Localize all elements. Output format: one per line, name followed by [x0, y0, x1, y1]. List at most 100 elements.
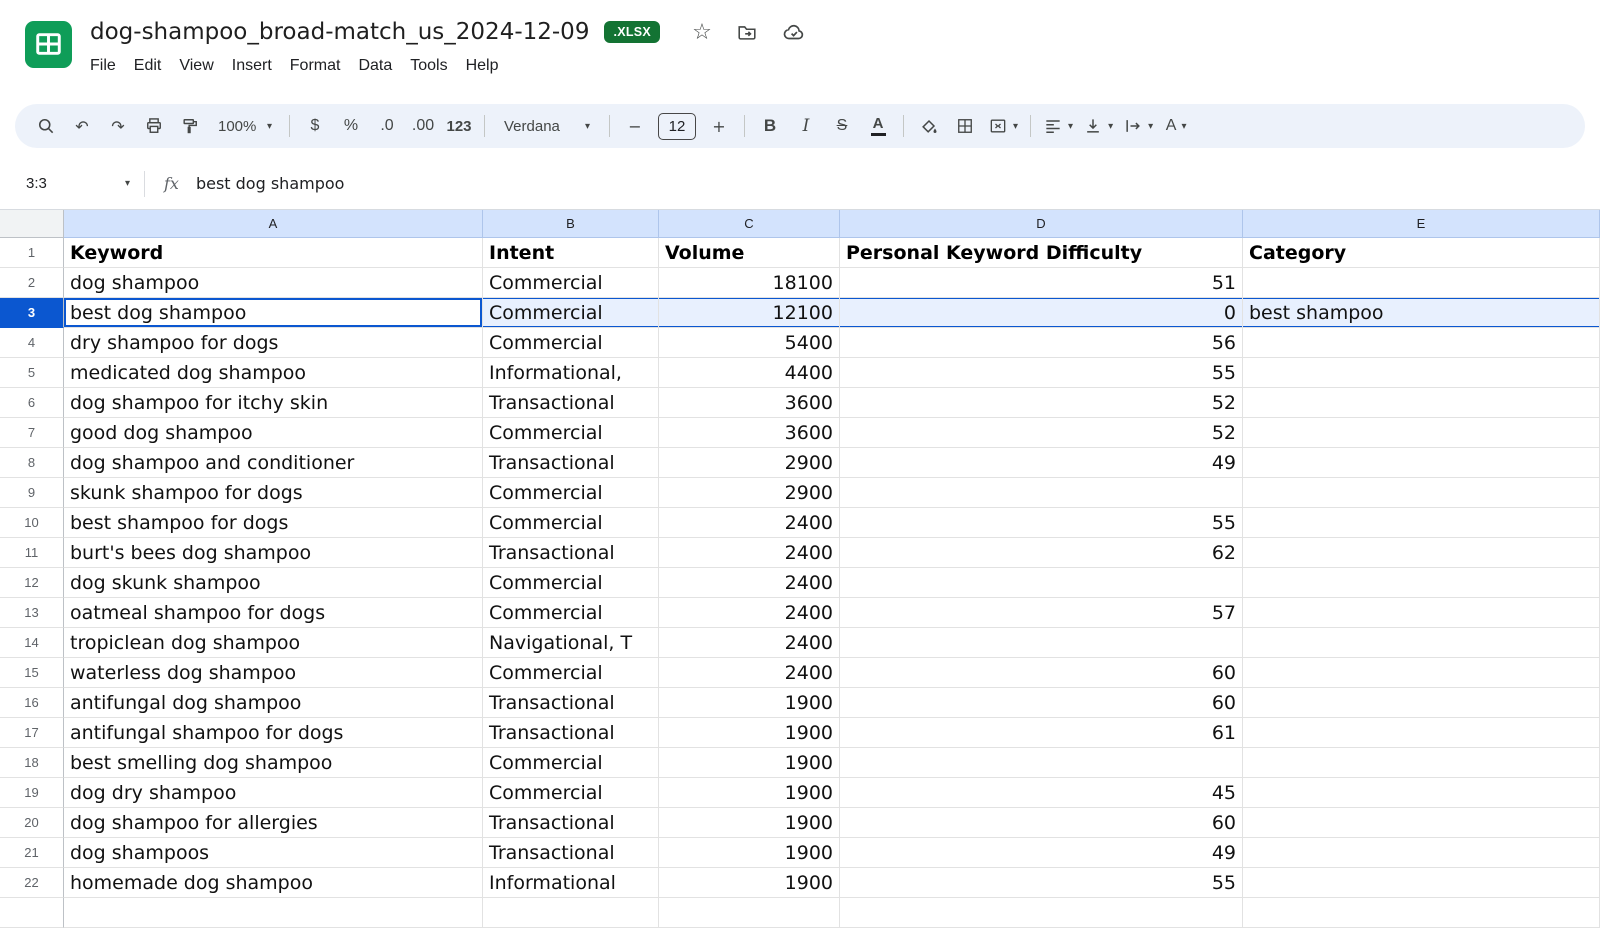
cell-A22[interactable]: homemade dog shampoo — [64, 868, 483, 898]
row-header-3[interactable]: 3 — [0, 298, 64, 328]
cell-E10[interactable] — [1243, 508, 1600, 538]
menu-view[interactable]: View — [170, 54, 222, 78]
row-header-20[interactable]: 20 — [0, 808, 64, 838]
cell-E3[interactable]: best shampoo — [1243, 298, 1600, 328]
row-header-13[interactable]: 13 — [0, 598, 64, 628]
cell-C22[interactable]: 1900 — [659, 868, 840, 898]
row-header-1[interactable]: 1 — [0, 238, 64, 268]
cell-D1[interactable]: Personal Keyword Difficulty — [840, 238, 1243, 268]
column-header-D[interactable]: D — [840, 210, 1243, 238]
cell-A19[interactable]: dog dry shampoo — [64, 778, 483, 808]
cell-C3[interactable]: 12100 — [659, 298, 840, 328]
cell-A14[interactable]: tropiclean dog shampoo — [64, 628, 483, 658]
cell-B16[interactable]: Transactional — [483, 688, 659, 718]
increase-font-size-button[interactable]: + — [701, 110, 737, 142]
cell-E19[interactable] — [1243, 778, 1600, 808]
cell-A7[interactable]: good dog shampoo — [64, 418, 483, 448]
undo-button[interactable]: ↶ — [64, 110, 100, 142]
cell-D21[interactable]: 49 — [840, 838, 1243, 868]
cell-B13[interactable]: Commercial — [483, 598, 659, 628]
sheets-logo-icon[interactable] — [25, 21, 72, 68]
move-folder-icon[interactable] — [736, 21, 758, 43]
row-header-18[interactable]: 18 — [0, 748, 64, 778]
vertical-align-button[interactable]: ▾ — [1078, 110, 1118, 142]
format-percent-button[interactable]: % — [333, 110, 369, 142]
cell-B5[interactable]: Informational, — [483, 358, 659, 388]
column-header-A[interactable]: A — [64, 210, 483, 238]
search-button[interactable] — [28, 110, 64, 142]
bold-button[interactable]: B — [752, 110, 788, 142]
cell-A11[interactable]: burt's bees dog shampoo — [64, 538, 483, 568]
cell-B19[interactable]: Commercial — [483, 778, 659, 808]
row-header-14[interactable]: 14 — [0, 628, 64, 658]
cell-A4[interactable]: dry shampoo for dogs — [64, 328, 483, 358]
cell-C18[interactable]: 1900 — [659, 748, 840, 778]
cell-A17[interactable]: antifungal shampoo for dogs — [64, 718, 483, 748]
row-header-9[interactable]: 9 — [0, 478, 64, 508]
horizontal-align-button[interactable]: ▾ — [1038, 110, 1078, 142]
menu-file[interactable]: File — [81, 54, 125, 78]
cell-C11[interactable]: 2400 — [659, 538, 840, 568]
increase-decimal-button[interactable]: .00 — [405, 110, 441, 142]
zoom-selector[interactable]: 100% ▾ — [208, 110, 282, 142]
cell-E20[interactable] — [1243, 808, 1600, 838]
cell-D3[interactable]: 0 — [840, 298, 1243, 328]
paint-format-button[interactable] — [172, 110, 208, 142]
cell-E13[interactable] — [1243, 598, 1600, 628]
text-color-button[interactable]: A — [860, 110, 896, 142]
cell-B6[interactable]: Transactional — [483, 388, 659, 418]
cell-B10[interactable]: Commercial — [483, 508, 659, 538]
cell-E12[interactable] — [1243, 568, 1600, 598]
cell-C6[interactable]: 3600 — [659, 388, 840, 418]
name-box[interactable]: 3:3 ▾ — [16, 171, 140, 196]
cell-D22[interactable]: 55 — [840, 868, 1243, 898]
cell-B17[interactable]: Transactional — [483, 718, 659, 748]
menu-edit[interactable]: Edit — [125, 54, 171, 78]
font-selector[interactable]: Verdana ▾ — [492, 110, 602, 142]
cell-A6[interactable]: dog shampoo for itchy skin — [64, 388, 483, 418]
cell-C2[interactable]: 18100 — [659, 268, 840, 298]
cell-E7[interactable] — [1243, 418, 1600, 448]
cell-A16[interactable]: antifungal dog shampoo — [64, 688, 483, 718]
cell-D18[interactable] — [840, 748, 1243, 778]
cell-D12[interactable] — [840, 568, 1243, 598]
cell-A20[interactable]: dog shampoo for allergies — [64, 808, 483, 838]
cell-C9[interactable]: 2900 — [659, 478, 840, 508]
cell-A15[interactable]: waterless dog shampoo — [64, 658, 483, 688]
cell-A1[interactable]: Keyword — [64, 238, 483, 268]
cell-B7[interactable]: Commercial — [483, 418, 659, 448]
row-header-2[interactable]: 2 — [0, 268, 64, 298]
cell-D11[interactable]: 62 — [840, 538, 1243, 568]
cell-A2[interactable]: dog shampoo — [64, 268, 483, 298]
menu-data[interactable]: Data — [349, 54, 401, 78]
cell-B1[interactable]: Intent — [483, 238, 659, 268]
cell-A21[interactable]: dog shampoos — [64, 838, 483, 868]
cell-D16[interactable]: 60 — [840, 688, 1243, 718]
cell-B22[interactable]: Informational — [483, 868, 659, 898]
row-header-10[interactable]: 10 — [0, 508, 64, 538]
cell-C7[interactable]: 3600 — [659, 418, 840, 448]
cell-E17[interactable] — [1243, 718, 1600, 748]
star-icon[interactable]: ☆ — [692, 20, 712, 45]
row-header-7[interactable]: 7 — [0, 418, 64, 448]
fill-color-button[interactable] — [911, 110, 947, 142]
row-header-15[interactable]: 15 — [0, 658, 64, 688]
text-wrap-button[interactable]: ▾ — [1118, 110, 1158, 142]
font-size-input[interactable]: 12 — [658, 113, 696, 140]
cell-C8[interactable]: 2900 — [659, 448, 840, 478]
cell-D20[interactable]: 60 — [840, 808, 1243, 838]
cell-C16[interactable]: 1900 — [659, 688, 840, 718]
menu-tools[interactable]: Tools — [401, 54, 456, 78]
cell-B12[interactable]: Commercial — [483, 568, 659, 598]
cell-C19[interactable]: 1900 — [659, 778, 840, 808]
cell-E8[interactable] — [1243, 448, 1600, 478]
menu-insert[interactable]: Insert — [223, 54, 281, 78]
document-title[interactable]: dog-shampoo_broad-match_us_2024-12-09 — [90, 19, 589, 45]
formula-input[interactable]: best dog shampoo — [196, 174, 344, 193]
cell-E2[interactable] — [1243, 268, 1600, 298]
cell-B4[interactable]: Commercial — [483, 328, 659, 358]
cell-B14[interactable]: Navigational, T — [483, 628, 659, 658]
column-header-C[interactable]: C — [659, 210, 840, 238]
redo-button[interactable]: ↷ — [100, 110, 136, 142]
italic-button[interactable]: I — [788, 110, 824, 142]
